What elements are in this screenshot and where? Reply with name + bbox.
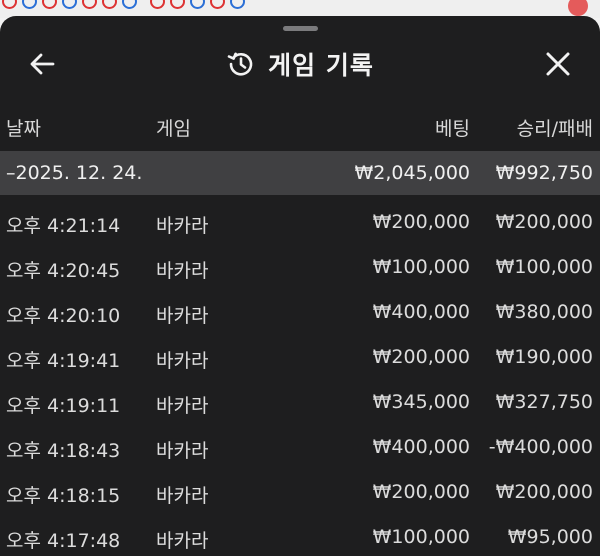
row-game: 바카라 [156,305,209,327]
date-group-date: –2025. 12. 24. [6,162,143,184]
table-row[interactable]: 오후 4:18:43 바카라 ₩400,000 -₩400,000 [0,424,600,469]
board-marker [22,0,37,9]
row-result: ₩200,000 [495,481,593,503]
row-result: -₩400,000 [488,436,593,458]
row-game: 바카라 [156,530,209,552]
sheet-grabber-handle[interactable] [283,26,318,31]
board-marker [122,0,137,9]
date-group-total-bet: ₩2,045,000 [354,162,470,184]
date-group-total-result: ₩992,750 [495,162,593,184]
game-history-sheet: 게임 기록 날짜 게임 베팅 승리/패배 –2025. 12. 24. ₩2,0… [0,16,600,556]
board-marker [170,0,185,9]
table-row[interactable]: 오후 4:17:48 바카라 ₩100,000 ₩95,000 [0,514,600,556]
row-game: 바카라 [156,440,209,462]
table-header: 날짜 게임 베팅 승리/패배 [0,114,600,144]
board-marker [190,0,205,9]
date-group-row[interactable]: –2025. 12. 24. ₩2,045,000 ₩992,750 [0,151,600,195]
board-marker [230,0,245,9]
page-title: 게임 기록 [268,51,374,80]
row-bet: ₩200,000 [372,211,470,233]
history-icon [227,52,253,76]
row-time: 오후 4:20:45 [6,260,121,282]
row-game: 바카라 [156,395,209,417]
row-result: ₩380,000 [495,301,593,323]
table-row[interactable]: 오후 4:19:11 바카라 ₩345,000 ₩327,750 [0,379,600,424]
close-icon [546,52,570,76]
board-badge-icon [568,0,588,16]
row-result: ₩327,750 [495,391,593,413]
board-marker [62,0,77,9]
table-row[interactable]: 오후 4:21:14 바카라 ₩200,000 ₩200,000 [0,199,600,244]
row-time: 오후 4:18:15 [6,485,121,507]
close-button[interactable] [538,44,578,84]
row-time: 오후 4:17:48 [6,530,121,552]
table-row[interactable]: 오후 4:19:41 바카라 ₩200,000 ₩190,000 [0,334,600,379]
history-list: 오후 4:21:14 바카라 ₩200,000 ₩200,000 오후 4:20… [0,199,600,556]
table-row[interactable]: 오후 4:20:45 바카라 ₩100,000 ₩100,000 [0,244,600,289]
row-bet: ₩400,000 [372,301,470,323]
row-time: 오후 4:19:11 [6,395,121,417]
row-result: ₩100,000 [495,256,593,278]
row-game: 바카라 [156,215,209,237]
row-bet: ₩345,000 [372,391,470,413]
column-header-game: 게임 [156,118,191,140]
board-marker [102,0,117,9]
column-header-date: 날짜 [6,118,41,140]
row-time: 오후 4:20:10 [6,305,121,327]
row-bet: ₩200,000 [372,346,470,368]
sheet-header: 게임 기록 [0,38,600,90]
row-game: 바카라 [156,350,209,372]
table-row[interactable]: 오후 4:18:15 바카라 ₩200,000 ₩200,000 [0,469,600,514]
row-game: 바카라 [156,260,209,282]
row-bet: ₩400,000 [372,436,470,458]
row-result: ₩190,000 [495,346,593,368]
row-bet: ₩200,000 [372,481,470,503]
board-marker [42,0,57,9]
row-time: 오후 4:18:43 [6,440,121,462]
column-header-bet: 베팅 [435,118,470,140]
row-game: 바카라 [156,485,209,507]
title-group: 게임 기록 [0,38,600,90]
board-marker [2,0,17,9]
board-marker [150,0,165,9]
column-header-result: 승리/패배 [516,118,593,140]
row-time: 오후 4:19:41 [6,350,121,372]
board-marker [82,0,97,9]
row-bet: ₩100,000 [372,256,470,278]
row-time: 오후 4:21:14 [6,215,121,237]
table-row[interactable]: 오후 4:20:10 바카라 ₩400,000 ₩380,000 [0,289,600,334]
row-result: ₩200,000 [495,211,593,233]
board-marker [210,0,225,9]
